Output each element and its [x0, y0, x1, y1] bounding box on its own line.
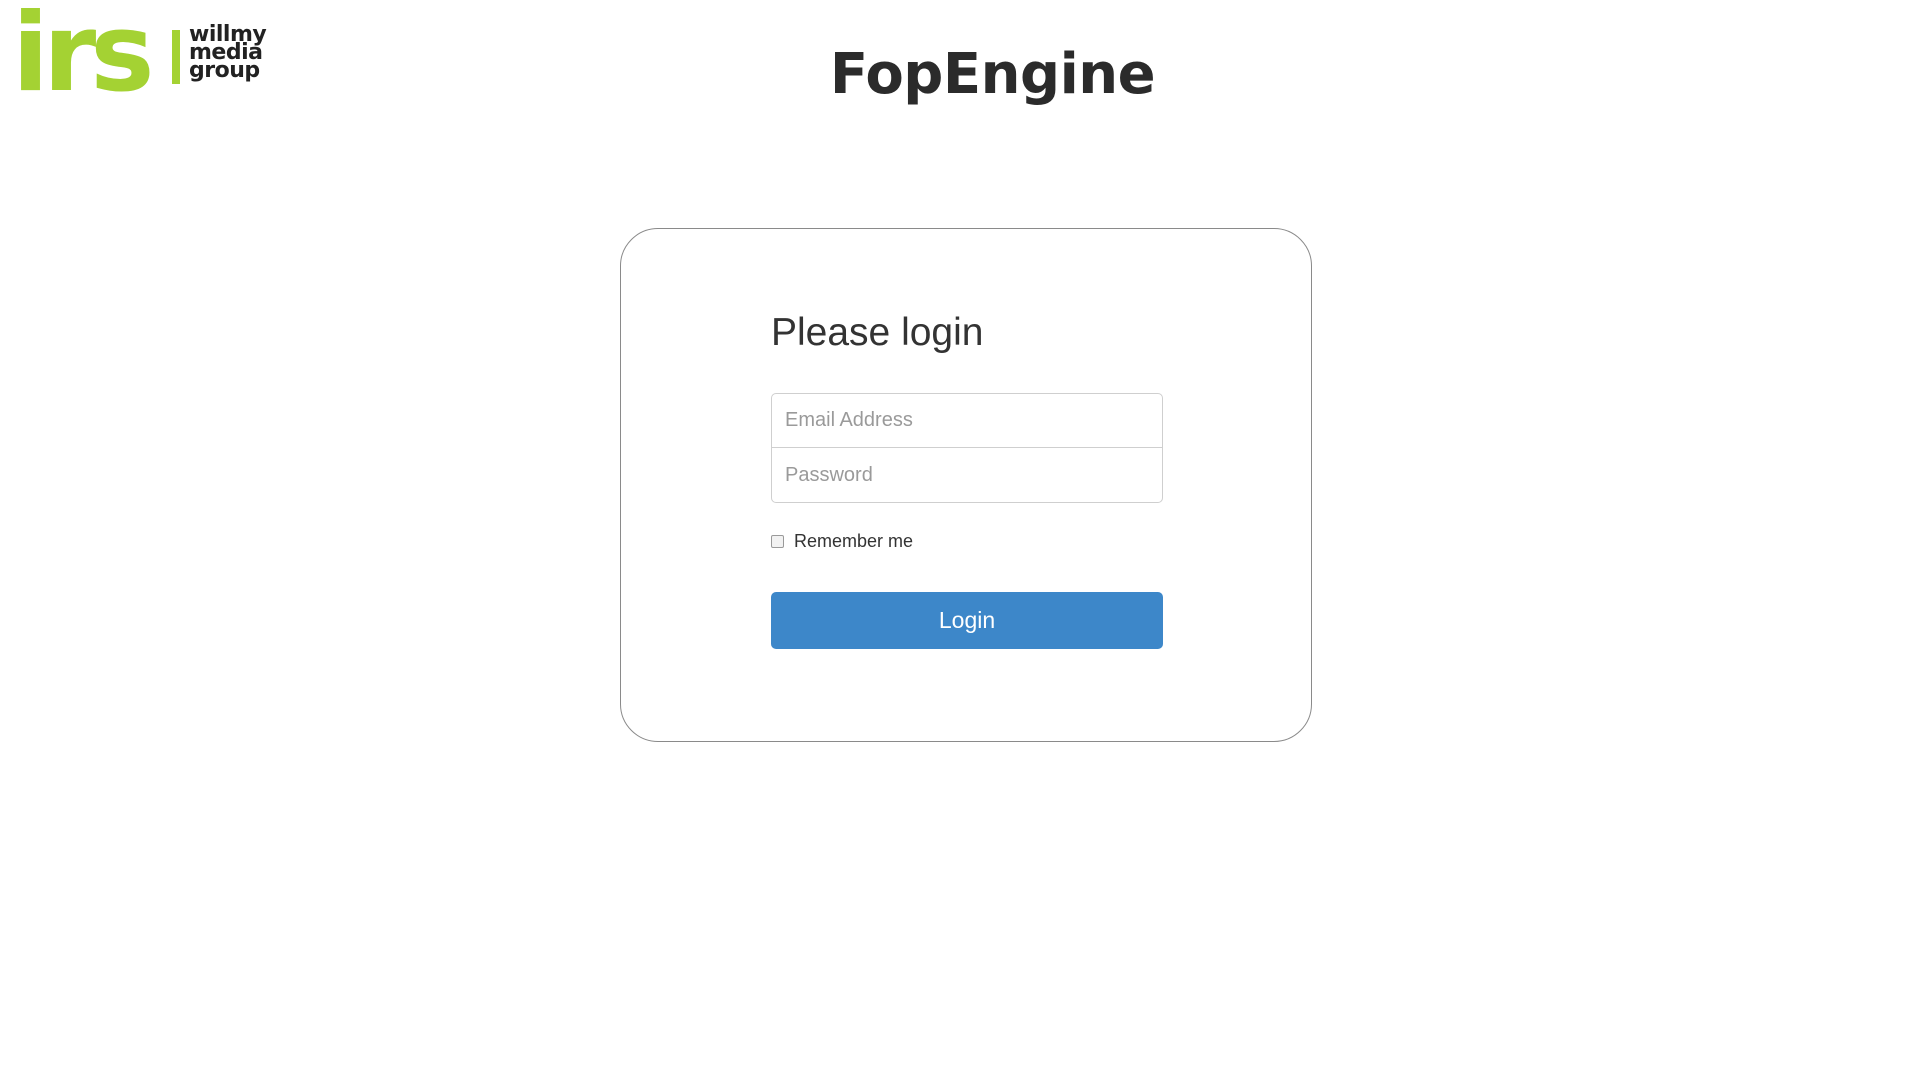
credentials-group [771, 393, 1163, 503]
remember-me-row[interactable]: Remember me [771, 531, 913, 552]
email-field[interactable] [771, 393, 1163, 448]
remember-me-label[interactable]: Remember me [794, 531, 913, 552]
login-button[interactable]: Login [771, 592, 1163, 649]
login-heading: Please login [771, 311, 984, 354]
remember-me-checkbox[interactable] [771, 535, 784, 548]
login-page: irs willmy media group FopEngine Please … [0, 0, 1920, 1080]
page-title: FopEngine [829, 42, 1156, 107]
login-card: Please login Remember me Login [620, 228, 1312, 742]
password-field[interactable] [771, 448, 1163, 503]
